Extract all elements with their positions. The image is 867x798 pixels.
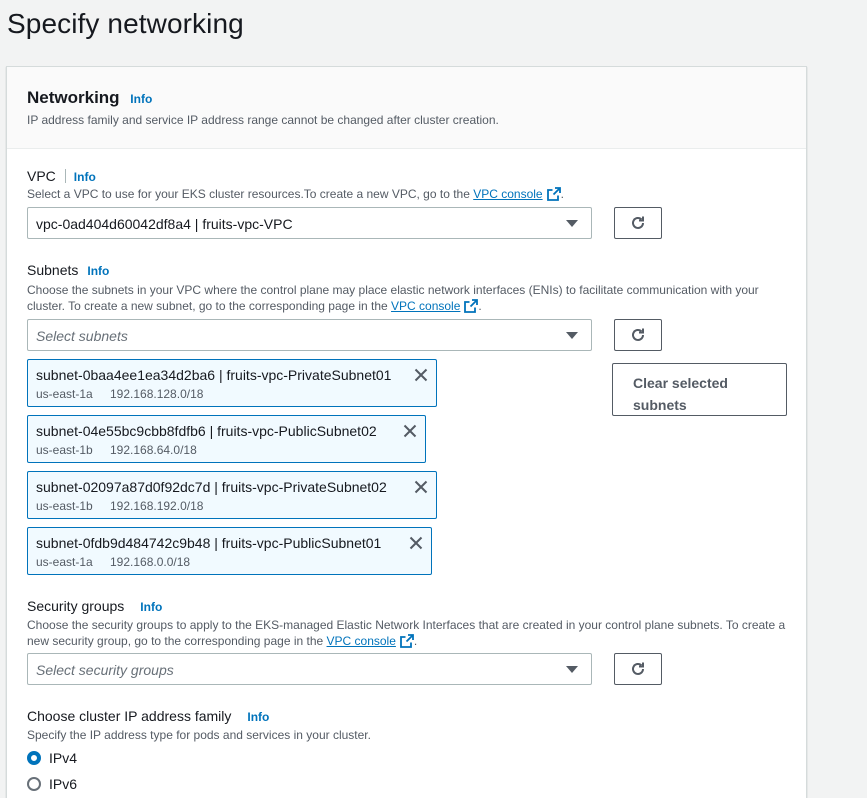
radio-ipv4[interactable]: IPv4 xyxy=(27,750,77,766)
radio-ipv6-label: IPv6 xyxy=(49,776,78,792)
close-icon[interactable] xyxy=(414,368,428,387)
vpc-selected-value: vpc-0ad404d60042df8a4 | fruits-vpc-VPC xyxy=(36,216,293,232)
vpc-select[interactable]: vpc-0ad404d60042df8a4 | fruits-vpc-VPC xyxy=(27,207,592,239)
subnet-token-az: us-east-1b xyxy=(36,499,93,513)
subnets-description: Choose the subnets in your VPC where the… xyxy=(27,282,787,317)
networking-description: IP address family and service IP address… xyxy=(27,113,499,127)
panel-header: Networking Info IP address family and se… xyxy=(7,67,806,149)
clear-selected-subnets-label: Clear selected subnets xyxy=(633,375,728,413)
vpc-info-link[interactable]: Info xyxy=(74,170,96,184)
networking-heading: Networking xyxy=(27,88,120,107)
radio-ipv6-button[interactable] xyxy=(27,777,41,791)
security-groups-refresh-button[interactable] xyxy=(614,653,662,685)
ip-family-label-row: Choose cluster IP address family Info xyxy=(27,708,269,724)
ip-family-info-link[interactable]: Info xyxy=(247,710,269,724)
subnet-token: subnet-0fdb9d484742c9b48 | fruits-vpc-Pu… xyxy=(27,527,432,575)
close-icon[interactable] xyxy=(414,480,428,499)
vpc-label-row: VPC Info xyxy=(27,168,96,184)
vpc-description-suffix: . xyxy=(560,187,564,201)
caret-down-icon xyxy=(566,332,578,339)
security-groups-vpc-console-link[interactable]: VPC console xyxy=(327,634,396,648)
caret-down-icon xyxy=(566,666,578,673)
radio-ipv6[interactable]: IPv6 xyxy=(27,776,77,792)
subnet-token-cidr: 192.168.64.0/18 xyxy=(110,443,197,457)
vpc-label: VPC xyxy=(27,168,56,184)
vpc-console-link[interactable]: VPC console xyxy=(473,187,542,201)
subnet-token-name: subnet-04e55bc9cbb8fdfb6 | fruits-vpc-Pu… xyxy=(36,423,377,439)
external-link-icon[interactable] xyxy=(546,187,561,205)
security-groups-info-link[interactable]: Info xyxy=(140,600,162,614)
vpc-refresh-button[interactable] xyxy=(614,207,662,239)
subnet-token-az: us-east-1a xyxy=(36,387,93,401)
subnets-description-suffix: . xyxy=(478,299,482,313)
radio-ipv4-button[interactable] xyxy=(27,751,41,765)
security-groups-label: Security groups xyxy=(27,598,125,614)
clear-selected-subnets-button[interactable]: Clear selected subnets xyxy=(612,363,787,416)
subnet-token-cidr: 192.168.0.0/18 xyxy=(110,555,191,569)
subnets-refresh-button[interactable] xyxy=(614,319,662,351)
subnet-token: subnet-04e55bc9cbb8fdfb6 | fruits-vpc-Pu… xyxy=(27,415,426,463)
subnet-token-az: us-east-1a xyxy=(36,555,93,569)
subnet-token-cidr: 192.168.128.0/18 xyxy=(110,387,204,401)
security-groups-placeholder: Select security groups xyxy=(36,662,174,678)
caret-down-icon xyxy=(566,220,578,227)
subnets-info-link[interactable]: Info xyxy=(87,264,109,278)
panel-title: Networking Info xyxy=(27,88,152,108)
external-link-icon[interactable] xyxy=(400,634,414,652)
divider xyxy=(64,169,66,183)
close-icon[interactable] xyxy=(403,424,417,443)
ip-family-label: Choose cluster IP address family xyxy=(27,708,232,724)
subnet-token-cidr: 192.168.192.0/18 xyxy=(110,499,204,513)
networking-panel: Networking Info IP address family and se… xyxy=(6,66,807,798)
security-groups-description: Choose the security groups to apply to t… xyxy=(27,617,787,652)
vpc-description: Select a VPC to use for your EKS cluster… xyxy=(27,186,787,205)
subnet-token-name: subnet-02097a87d0f92dc7d | fruits-vpc-Pr… xyxy=(36,479,387,495)
ip-family-description: Specify the IP address type for pods and… xyxy=(27,728,371,742)
page-title: Specify networking xyxy=(7,8,244,39)
security-groups-select[interactable]: Select security groups xyxy=(27,653,592,685)
subnet-token-name: subnet-0fdb9d484742c9b48 | fruits-vpc-Pu… xyxy=(36,535,382,551)
radio-ipv4-label: IPv4 xyxy=(49,750,78,766)
vpc-description-text: Select a VPC to use for your EKS cluster… xyxy=(27,187,474,201)
close-icon[interactable] xyxy=(409,536,423,555)
subnets-select[interactable]: Select subnets xyxy=(27,319,592,351)
refresh-icon xyxy=(632,662,644,675)
networking-info-link[interactable]: Info xyxy=(130,92,152,106)
security-groups-label-row: Security groups Info xyxy=(27,598,162,614)
subnet-token: subnet-02097a87d0f92dc7d | fruits-vpc-Pr… xyxy=(27,471,437,519)
refresh-icon xyxy=(632,328,644,341)
subnet-token-az: us-east-1b xyxy=(36,443,93,457)
security-groups-description-suffix: . xyxy=(413,634,418,648)
subnets-label-row: Subnets Info xyxy=(27,262,109,278)
subnets-placeholder: Select subnets xyxy=(36,328,128,344)
subnets-vpc-console-link[interactable]: VPC console xyxy=(391,299,460,313)
subnet-token-name: subnet-0baa4ee1ea34d2ba6 | fruits-vpc-Pr… xyxy=(36,367,392,383)
refresh-icon xyxy=(632,216,644,229)
external-link-icon[interactable] xyxy=(464,299,479,317)
subnet-token: subnet-0baa4ee1ea34d2ba6 | fruits-vpc-Pr… xyxy=(27,359,437,407)
subnets-label: Subnets xyxy=(27,262,79,278)
